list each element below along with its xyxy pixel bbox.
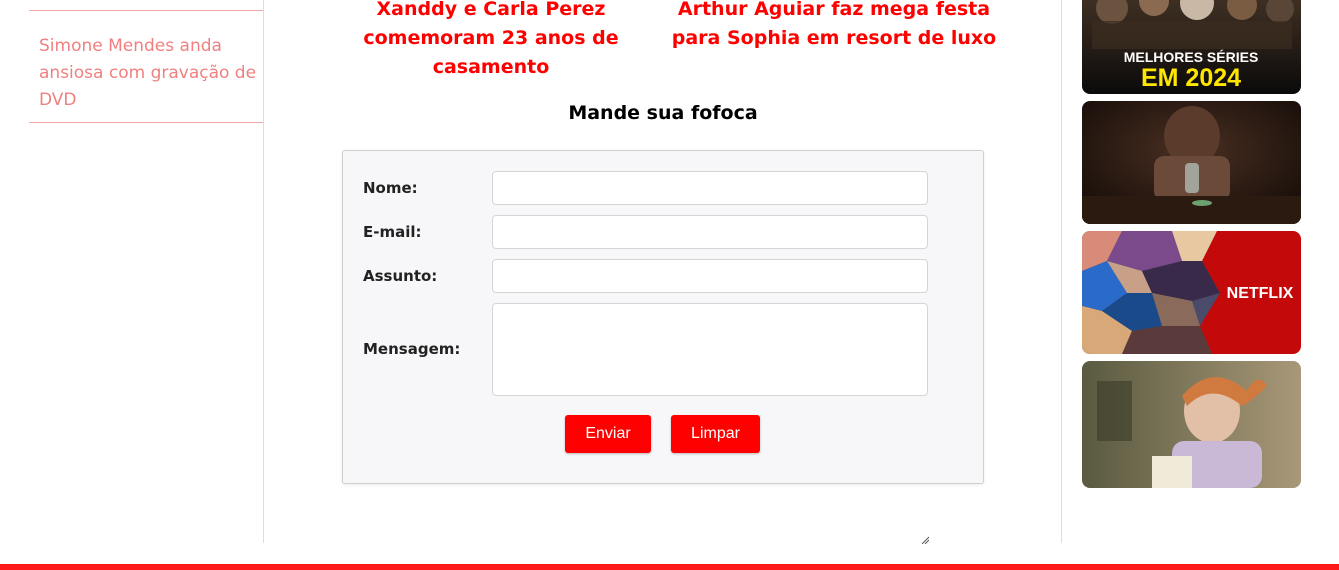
- footer-bar: [0, 564, 1339, 570]
- subject-label: Assunto:: [363, 267, 438, 285]
- thumbnail-image: MELHORES SÉRIES EM 2024: [1082, 0, 1301, 94]
- thumbnail-netflix[interactable]: NETFLIX: [1082, 231, 1301, 354]
- thumbnail-brand-text: NETFLIX: [1227, 285, 1294, 302]
- email-label: E-mail:: [363, 223, 422, 241]
- subject-field[interactable]: [492, 259, 928, 293]
- thumbnail-best-series-2024[interactable]: MELHORES SÉRIES EM 2024: [1082, 0, 1301, 94]
- sidebar-story-list: Simone Mendes anda ansiosa com gravação …: [29, 0, 263, 123]
- thumbnail-caption-line2: EM 2024: [1141, 64, 1241, 92]
- message-label: Mensagem:: [363, 340, 461, 358]
- email-field[interactable]: [492, 215, 928, 249]
- divider: [29, 122, 263, 123]
- name-field[interactable]: [492, 171, 928, 205]
- gossip-form: Nome: E-mail: Assunto: Mensagem: Enviar …: [342, 150, 984, 544]
- message-field[interactable]: [492, 303, 928, 396]
- headline-link-xanddy[interactable]: Xanddy e Carla Perez comemoram 23 anos d…: [350, 0, 632, 82]
- name-label: Nome:: [363, 179, 418, 197]
- form-title: Mande sua fofoca: [568, 102, 758, 124]
- resize-grip-icon[interactable]: [921, 536, 929, 544]
- thumbnail-image: [1082, 101, 1301, 224]
- send-button[interactable]: Enviar: [565, 415, 651, 453]
- sidebar-story-link[interactable]: Simone Mendes anda ansiosa com gravação …: [39, 33, 257, 114]
- headline-link-arthur[interactable]: Arthur Aguiar faz mega festa para Sophia…: [668, 0, 1000, 53]
- thumbnail-image: NETFLIX: [1082, 231, 1301, 354]
- thumbnail-caption-line1: MELHORES SÉRIES: [1124, 49, 1259, 65]
- column-divider-right: [1061, 0, 1062, 543]
- clear-button[interactable]: Limpar: [671, 415, 760, 453]
- thumbnail-dark-scene[interactable]: [1082, 101, 1301, 224]
- column-divider-left: [263, 0, 264, 543]
- thumbnail-period-drama[interactable]: [1082, 361, 1301, 488]
- thumbnail-image: [1082, 361, 1301, 488]
- divider: [29, 10, 263, 11]
